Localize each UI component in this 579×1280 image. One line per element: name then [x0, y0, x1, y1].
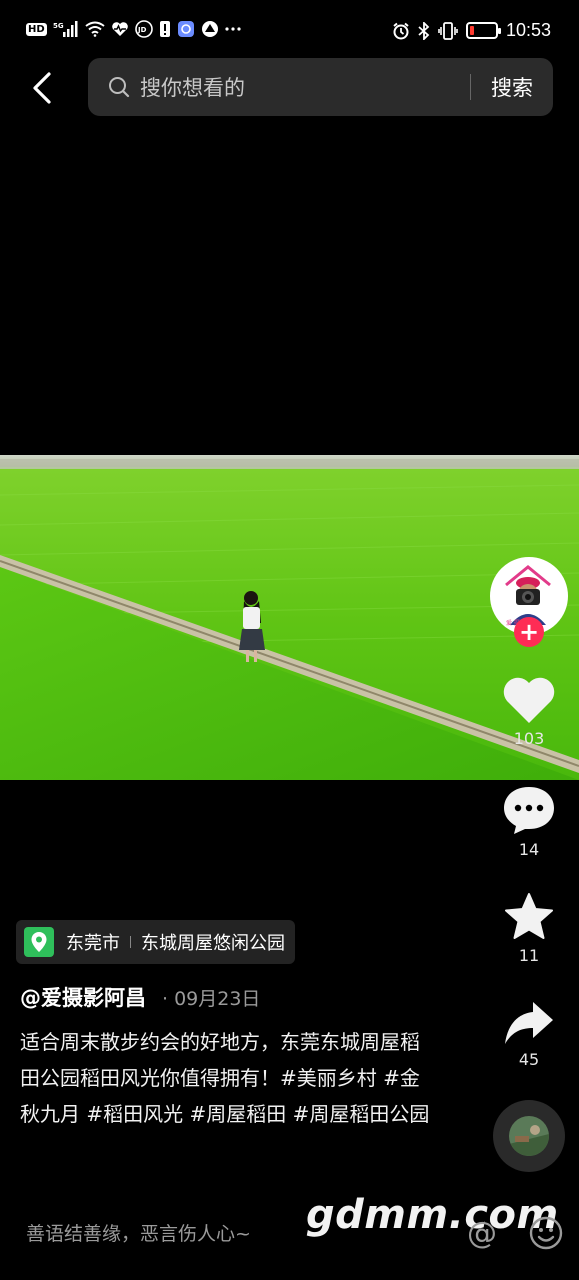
location-divider	[130, 936, 131, 948]
location-place: 东城周屋悠闲公园	[141, 933, 285, 954]
hd-badge: HD	[26, 22, 47, 36]
comment-icon	[504, 787, 554, 834]
mention-button[interactable]: @	[464, 1215, 500, 1251]
back-button[interactable]	[24, 68, 60, 108]
search-bar[interactable]: 搜你想看的 搜索	[88, 58, 553, 116]
comment-count: 14	[518, 840, 540, 859]
favorite-count: 11	[518, 946, 540, 965]
post-caption: 适合周末散步约会的好地方，东莞东城周屋稻田公园稻田风光你值得拥有！#美丽乡村 #…	[20, 1030, 430, 1126]
share-count: 45	[518, 1050, 540, 1069]
follow-button[interactable]: +	[514, 617, 544, 647]
music-disc[interactable]	[493, 1100, 565, 1172]
status-right: 10:53	[392, 20, 551, 41]
comment-input[interactable]: 善语结善缘，恶言伤人心~	[26, 1219, 251, 1246]
status-time: 10:53	[505, 20, 551, 40]
share-icon	[505, 1002, 553, 1044]
heart-icon	[503, 677, 555, 723]
vibrate-icon	[438, 21, 458, 40]
author-name[interactable]: @爱摄影阿昌	[20, 982, 146, 1012]
author-avatar-wrap[interactable]: 爱 摄 影 +	[490, 557, 568, 647]
location-tag[interactable]: 东莞市 东城周屋悠闲公园	[16, 920, 295, 964]
share-action[interactable]: 45	[498, 1000, 560, 1069]
notification-alert-icon	[159, 20, 171, 38]
music-cover	[509, 1116, 549, 1156]
svg-text:JD: JD	[137, 26, 147, 34]
signal-icon: 5G	[53, 20, 79, 38]
jd-app-icon: JD	[134, 20, 153, 38]
favorite-action[interactable]: 11	[498, 892, 560, 965]
star-icon	[505, 893, 553, 939]
battery-icon	[465, 22, 501, 39]
search-icon	[108, 75, 132, 99]
chevron-left-icon	[33, 72, 51, 104]
post-date: · 09月23日	[162, 988, 261, 1010]
like-action[interactable]: 103	[498, 675, 560, 748]
comment-action[interactable]: 14	[498, 784, 560, 859]
comment-bar: 善语结善缘，恶言伤人心~ @	[0, 1205, 579, 1265]
alarm-icon	[392, 22, 410, 40]
status-bar: HD 5G JD 10:53	[0, 0, 579, 62]
search-button[interactable]: 搜索	[471, 72, 553, 102]
like-count: 103	[513, 729, 545, 748]
author-row: @爱摄影阿昌 · 09月23日	[20, 982, 260, 1012]
svg-text:5G: 5G	[53, 22, 64, 30]
search-input[interactable]: 搜你想看的	[140, 72, 470, 102]
emoji-button[interactable]	[528, 1215, 564, 1251]
wifi-icon	[85, 20, 105, 38]
app-notification-icon	[177, 20, 195, 38]
status-left: HD 5G JD	[26, 20, 241, 38]
smiley-icon	[529, 1216, 563, 1250]
browser-notification-icon	[201, 20, 219, 38]
more-notifications-icon	[225, 20, 241, 38]
bluetooth-icon	[418, 21, 430, 40]
map-pin-icon	[24, 927, 54, 957]
heart-rate-icon	[111, 20, 129, 38]
location-city: 东莞市	[66, 933, 120, 954]
